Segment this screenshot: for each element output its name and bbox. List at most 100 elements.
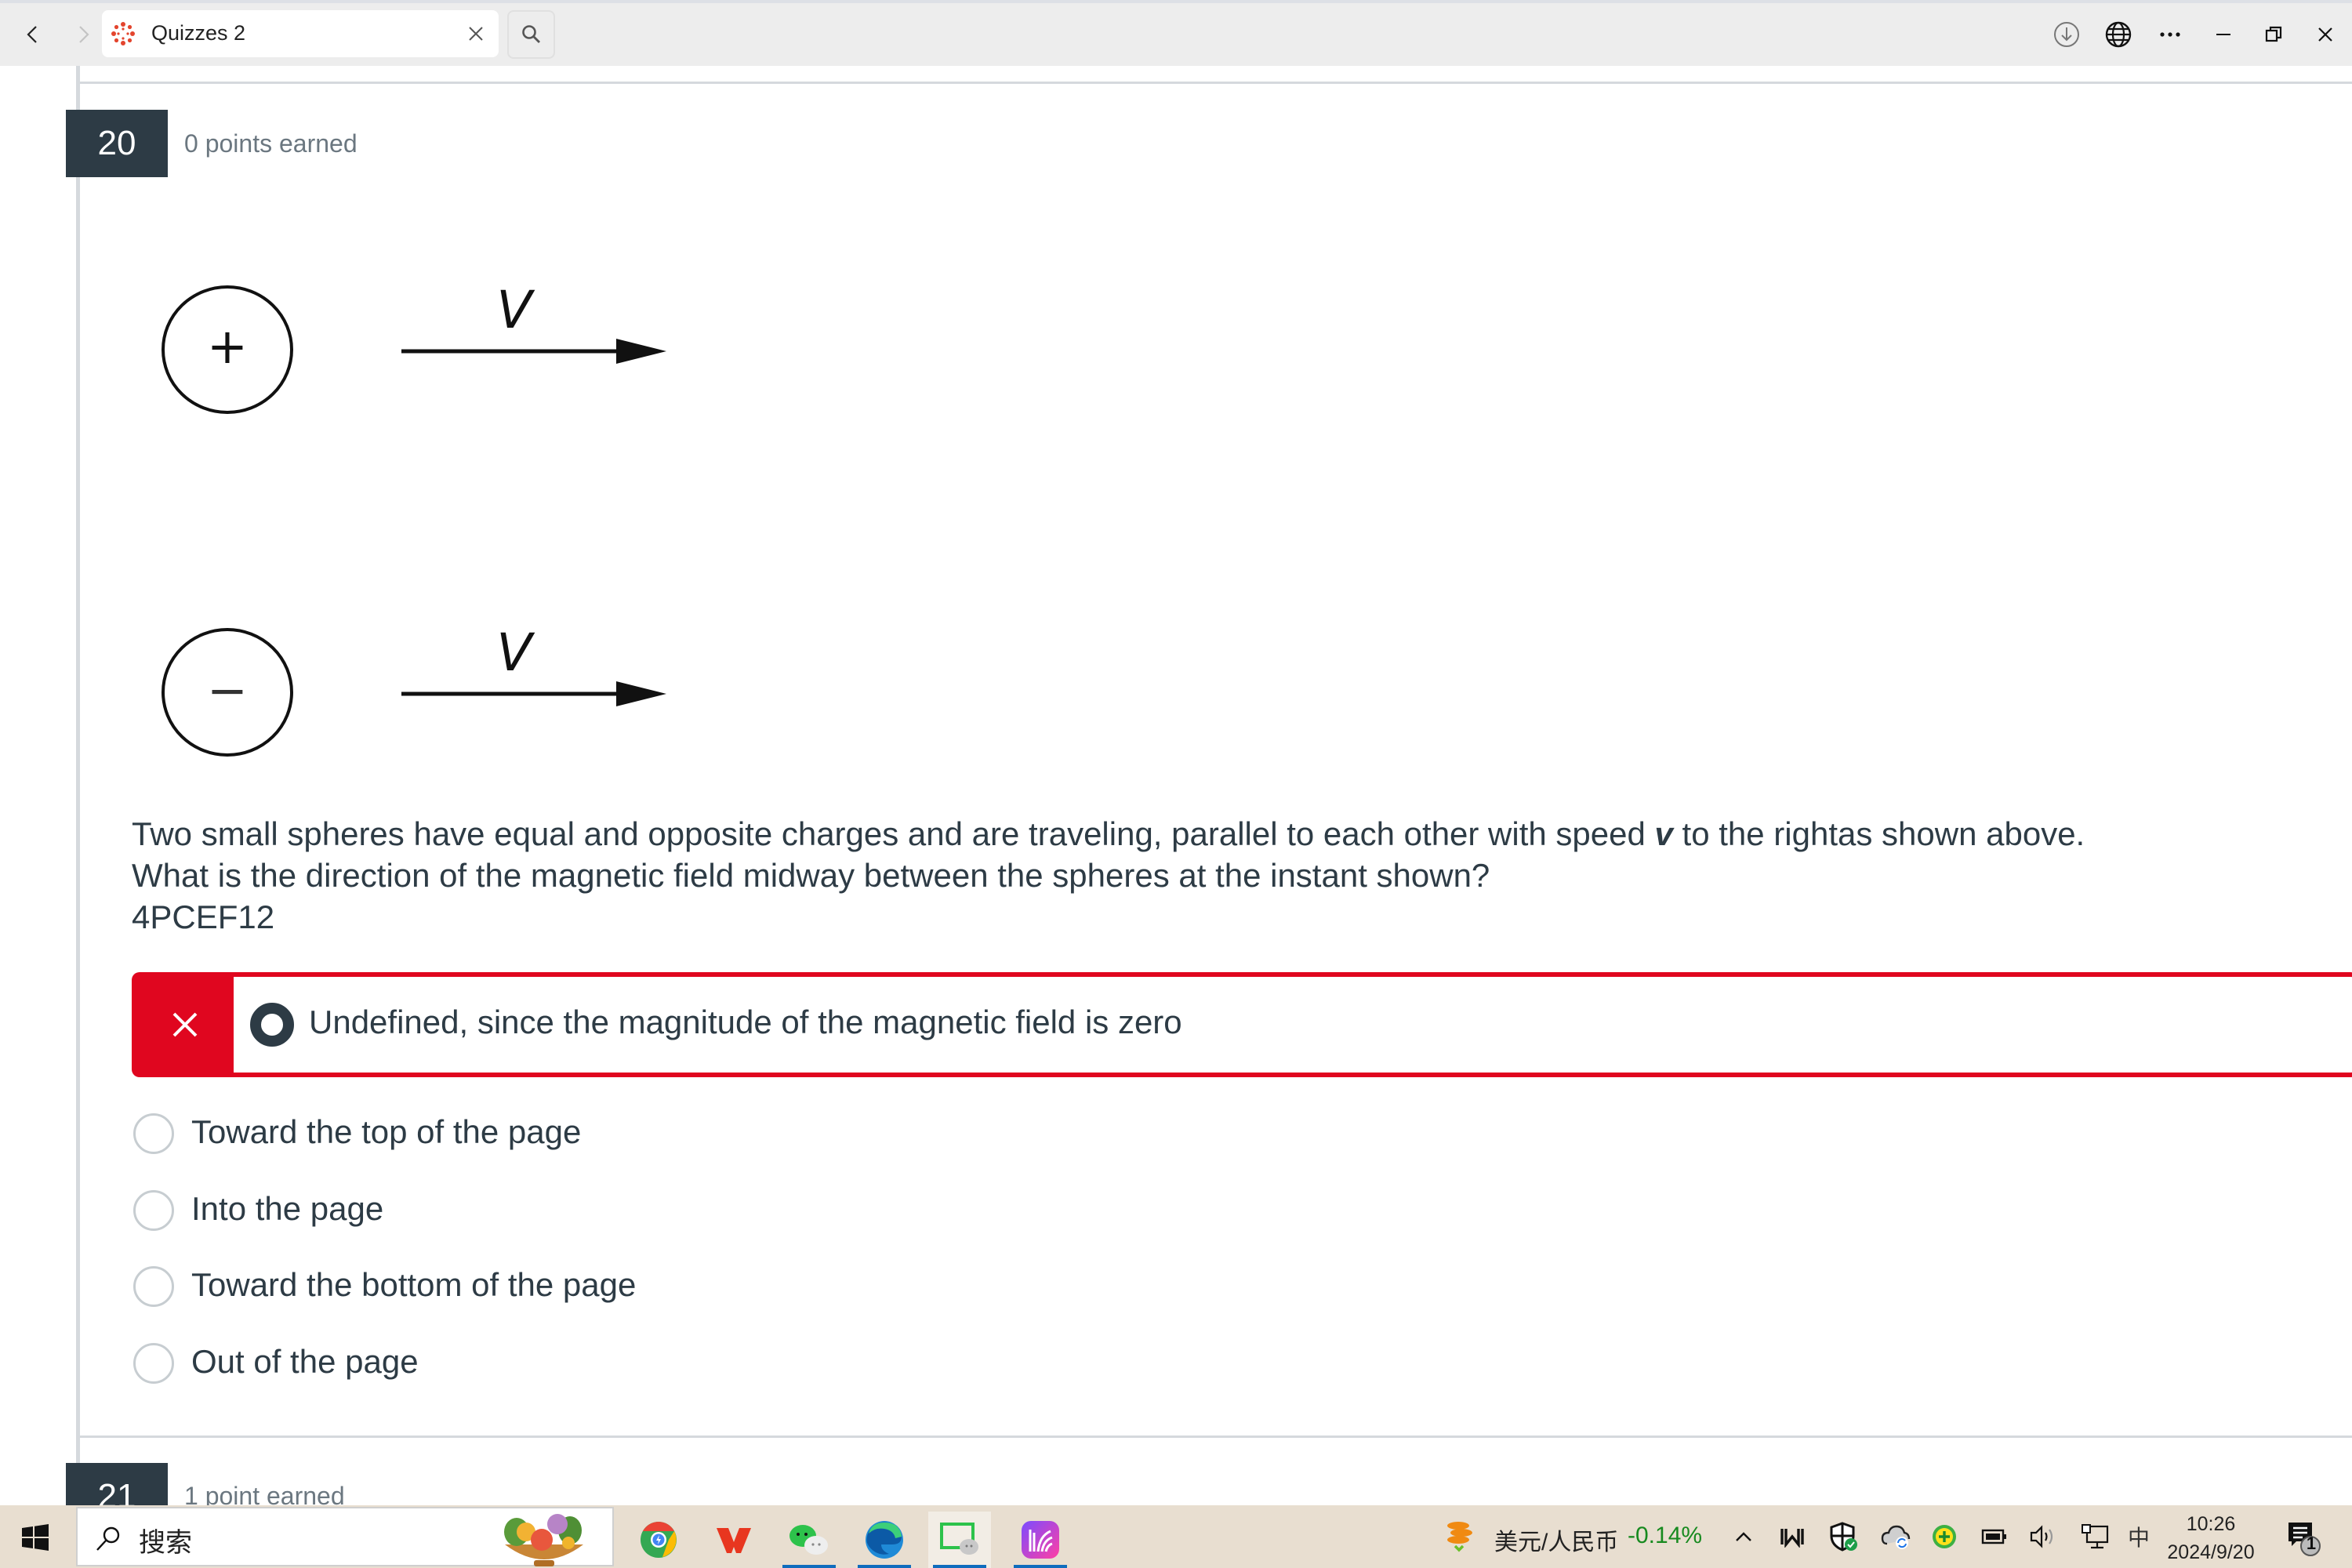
cloud-sync-icon [1881, 1525, 1911, 1549]
running-indicator [782, 1565, 836, 1568]
back-button[interactable] [16, 17, 50, 52]
divider-bottom [80, 1436, 2352, 1438]
taskbar-app-wechat[interactable] [778, 1512, 840, 1568]
fx-change-value[interactable]: -0.14% [1628, 1523, 1702, 1549]
question-line-1: Two small spheres have equal and opposit… [132, 815, 2085, 852]
wechat-icon [789, 1525, 828, 1555]
running-indicator [858, 1565, 911, 1568]
notification-count: 1 [2306, 1534, 2317, 1553]
more-button[interactable] [2153, 17, 2187, 52]
wps-icon [717, 1528, 751, 1553]
launcher-icon [1022, 1521, 1059, 1559]
radio-button[interactable] [133, 1113, 174, 1154]
canvas-logo-icon [111, 22, 135, 45]
charge-diagram: + V − V [149, 259, 698, 760]
incorrect-flag [136, 977, 234, 1073]
minimize-icon [2216, 34, 2230, 35]
tray-security[interactable] [1828, 1521, 1860, 1552]
tab-search-button[interactable] [507, 10, 555, 59]
velocity-arrow-top [401, 339, 666, 364]
browser-toolbar: Quizzes 2 [0, 0, 2352, 66]
download-icon [2054, 22, 2079, 47]
coins-icon [1447, 1522, 1472, 1552]
question-number-badge: 20 [66, 110, 168, 177]
flower-bowl-icon[interactable] [493, 1508, 595, 1568]
search-placeholder: 搜索 [139, 1528, 192, 1558]
velocity-label-top: V [496, 280, 535, 340]
taskbar-app-wps[interactable] [702, 1512, 765, 1568]
answer-selected-incorrect[interactable]: Undefined, since the magnitude of the ma… [132, 972, 2352, 1077]
battery-icon [1981, 1529, 2006, 1544]
m-app-icon [1780, 1529, 1804, 1548]
answer-label: Undefined, since the magnitude of the ma… [309, 1004, 1182, 1040]
chevron-up-icon [1736, 1532, 1751, 1541]
taskbar-app-chrome[interactable] [627, 1512, 690, 1568]
browser-tab[interactable]: Quizzes 2 [102, 10, 499, 57]
clock-time: 10:26 [2186, 1513, 2236, 1535]
points-earned: 0 points earned [184, 129, 358, 158]
network-icon [2082, 1524, 2109, 1549]
radio-button[interactable] [133, 1266, 174, 1307]
tray-cloud-sync[interactable] [1880, 1521, 1911, 1552]
running-indicator [933, 1565, 986, 1568]
tray-360-security[interactable] [1929, 1521, 1960, 1552]
running-indicator [1014, 1565, 1067, 1568]
answer-label: Out of the page [191, 1343, 419, 1380]
chevron-left-icon [27, 26, 37, 43]
search-icon [521, 25, 540, 43]
speed-variable: v [1654, 815, 1673, 852]
answer-label: Into the page [191, 1190, 384, 1227]
taskbar-app-launcher[interactable] [1009, 1512, 1072, 1568]
close-icon [469, 27, 483, 41]
close-window-button[interactable] [2308, 17, 2343, 52]
radio-button[interactable] [133, 1190, 174, 1231]
wechat-screen-icon [940, 1523, 978, 1555]
radio-selected[interactable] [250, 1003, 294, 1047]
restore-icon [2265, 26, 2282, 42]
show-hidden-icons-button[interactable] [1728, 1521, 1759, 1552]
velocity-arrow-bottom [401, 681, 666, 706]
search-icon [96, 1526, 120, 1551]
answer-label: Toward the top of the page [191, 1113, 582, 1150]
tray-network[interactable] [2079, 1521, 2111, 1552]
clock-date: 2024/9/20 [2167, 1541, 2255, 1563]
close-icon [2318, 27, 2332, 42]
taskbar-search[interactable]: 搜索 [76, 1507, 614, 1566]
positive-charge-sign: + [207, 318, 248, 375]
tray-m-app[interactable] [1777, 1521, 1808, 1552]
language-button[interactable] [2101, 17, 2136, 52]
volume-icon [2030, 1525, 2053, 1548]
tab-close-button[interactable] [464, 22, 488, 45]
tray-volume[interactable] [2027, 1521, 2059, 1552]
question-text: Two small spheres have equal and opposit… [132, 813, 2085, 938]
shield-check-icon [1830, 1522, 1857, 1552]
more-icon [2160, 32, 2180, 37]
minimize-button[interactable] [2206, 17, 2241, 52]
taskbar-app-edge[interactable] [853, 1512, 916, 1568]
forward-button[interactable] [66, 17, 100, 52]
download-button[interactable] [2049, 17, 2084, 52]
taskbar-clock[interactable]: 10:26 2024/9/20 [2148, 1510, 2274, 1566]
chevron-right-icon [79, 26, 89, 43]
fx-pair-label[interactable]: 美元/人民币 [1494, 1523, 1618, 1557]
tab-title: Quizzes 2 [151, 21, 246, 45]
edge-icon [866, 1521, 903, 1559]
windows-logo-icon [22, 1524, 49, 1551]
incorrect-x-icon [172, 1012, 198, 1037]
negative-charge-sign: − [207, 662, 248, 719]
tray-battery[interactable] [1979, 1521, 2010, 1552]
restore-button[interactable] [2256, 17, 2291, 52]
radio-button[interactable] [133, 1343, 174, 1384]
velocity-label-bottom: V [496, 622, 535, 683]
360-security-icon [1933, 1525, 1956, 1548]
notification-center-button[interactable]: 1 [2285, 1519, 2323, 1557]
chrome-icon [641, 1522, 677, 1558]
globe-icon [2105, 21, 2132, 48]
question-code: 4PCEF12 [132, 898, 275, 935]
question-line-2: What is the direction of the magnetic fi… [132, 857, 1490, 894]
fx-widget-icon[interactable] [1444, 1521, 1475, 1552]
ime-label: 中 [2127, 1525, 2150, 1551]
question-rail [76, 66, 80, 1505]
taskbar-app-wechat-screen[interactable] [928, 1512, 991, 1568]
start-button[interactable] [17, 1519, 53, 1555]
